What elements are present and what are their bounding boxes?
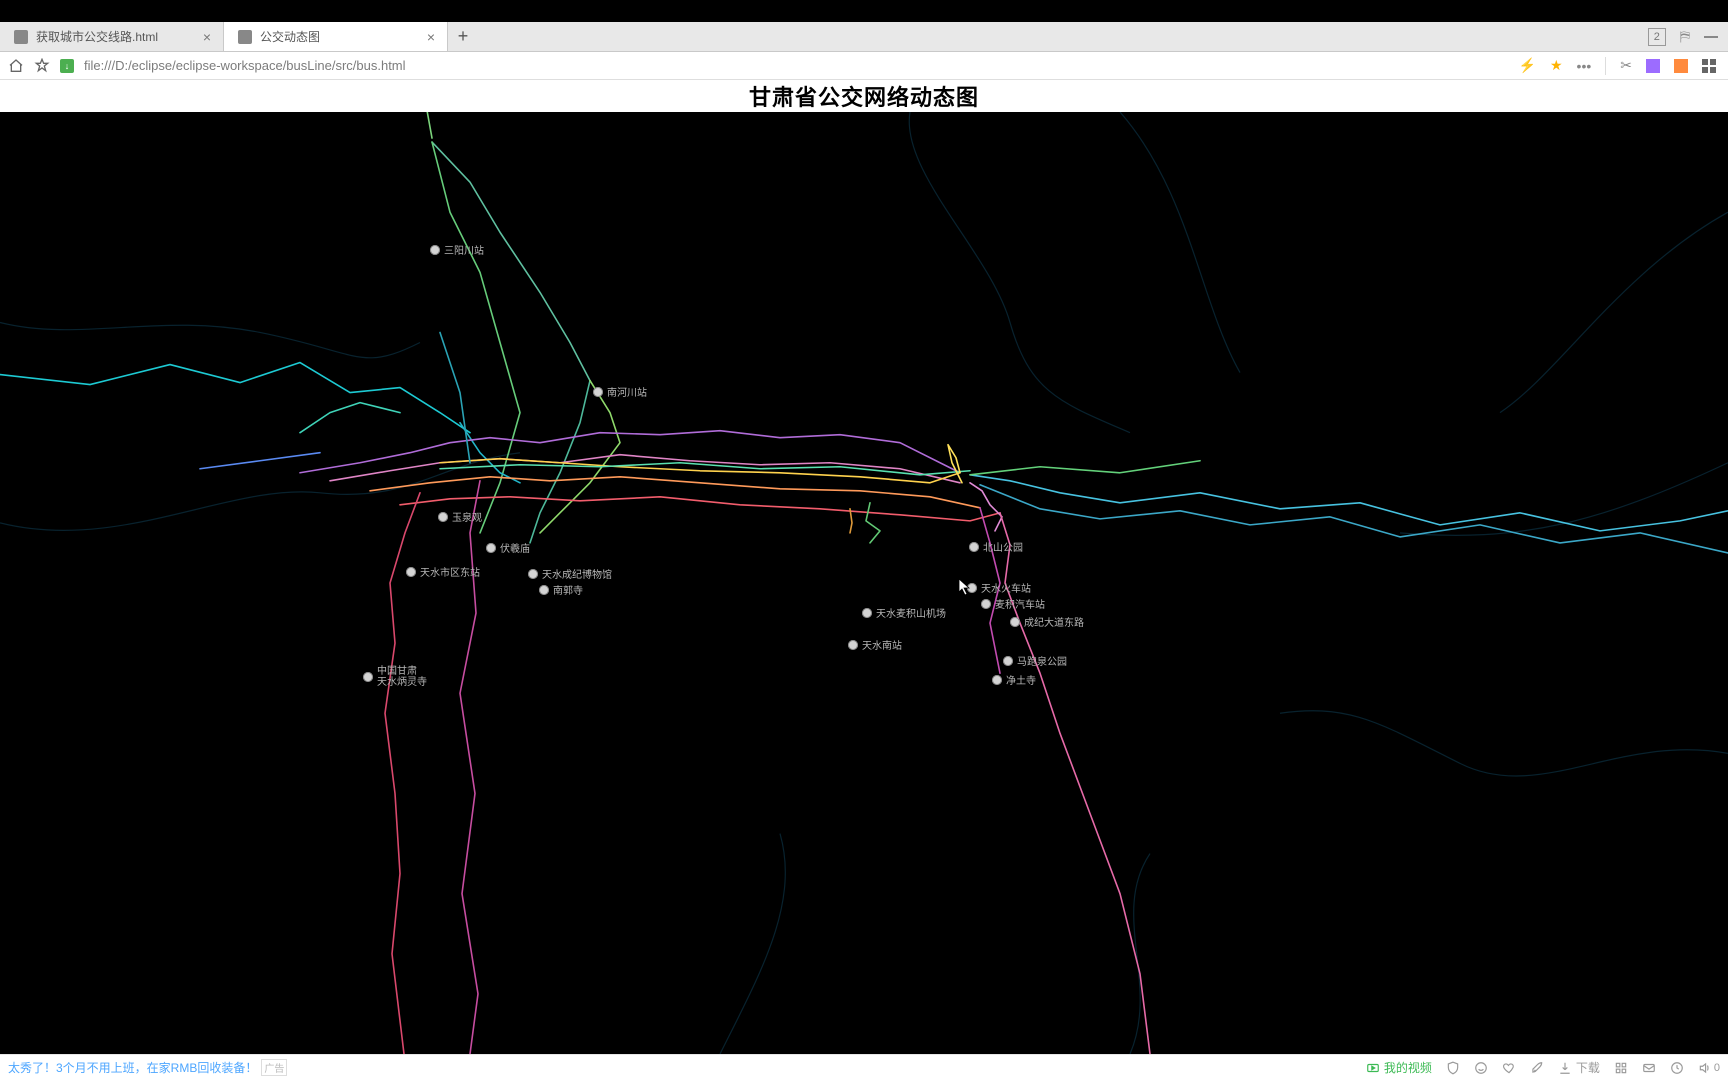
heart-icon[interactable]: [1502, 1061, 1516, 1075]
url-text[interactable]: file:///D:/eclipse/eclipse-workspace/bus…: [84, 58, 1509, 73]
bookmarks-icon[interactable]: [34, 58, 50, 74]
more-icon[interactable]: •••: [1577, 58, 1592, 74]
status-ad-link[interactable]: 太秀了！3个月不用上班，在家RMB回收装备！: [8, 1059, 257, 1076]
bus-network-map[interactable]: 三阳川站南河川站玉泉观伏羲庙天水市区东站天水成纪博物馆南郭寺中国甘肃天水炳灵寺天…: [0, 112, 1728, 1054]
volume-control[interactable]: 0: [1698, 1061, 1720, 1075]
gift-icon[interactable]: ⛿: [1680, 28, 1690, 45]
divider: [1605, 57, 1606, 75]
close-icon[interactable]: ×: [423, 29, 439, 45]
flash-icon[interactable]: ⚡: [1519, 57, 1536, 74]
collection-icon[interactable]: [1614, 1061, 1628, 1075]
browser-statusbar: 太秀了！3个月不用上班，在家RMB回收装备！ 广告 我的视频 下载 0: [0, 1054, 1728, 1080]
star-icon[interactable]: ★: [1550, 57, 1563, 74]
mouse-cursor: [958, 578, 972, 596]
tab-count-badge[interactable]: 2: [1648, 28, 1666, 46]
scissors-icon[interactable]: ✂: [1620, 57, 1632, 74]
tab-1[interactable]: 获取城市公交线路.html ×: [0, 22, 224, 51]
tab-label: 公交动态图: [260, 28, 415, 45]
tab-favicon: [14, 30, 28, 44]
rocket-icon[interactable]: [1530, 1061, 1544, 1075]
page-title: 甘肃省公交网络动态图: [749, 80, 979, 112]
tab-2[interactable]: 公交动态图 ×: [224, 22, 448, 51]
page-header: 甘肃省公交网络动态图: [0, 80, 1728, 112]
browser-tabbar: 获取城市公交线路.html × 公交动态图 × + 2 ⛿: [0, 22, 1728, 52]
new-tab-button[interactable]: +: [448, 22, 478, 51]
extension-icon-2[interactable]: [1674, 59, 1688, 73]
tab-favicon: [238, 30, 252, 44]
home-icon[interactable]: [8, 58, 24, 74]
status-video-button[interactable]: 我的视频: [1366, 1059, 1432, 1076]
address-bar: ↓ file:///D:/eclipse/eclipse-workspace/b…: [0, 52, 1728, 80]
tab-label: 获取城市公交线路.html: [36, 28, 191, 45]
os-titlebar: [0, 0, 1728, 22]
extension-icon-1[interactable]: [1646, 59, 1660, 73]
status-ad-tag: 广告: [261, 1059, 287, 1076]
close-icon[interactable]: ×: [199, 29, 215, 45]
download-button[interactable]: 下载: [1558, 1059, 1600, 1076]
map-svg: [0, 112, 1728, 1054]
mail-icon[interactable]: [1642, 1061, 1656, 1075]
url-security-badge[interactable]: ↓: [60, 59, 74, 73]
minimize-icon[interactable]: [1704, 36, 1718, 38]
smiley-icon[interactable]: [1474, 1061, 1488, 1075]
history-icon[interactable]: [1670, 1061, 1684, 1075]
apps-grid-icon[interactable]: [1702, 59, 1716, 73]
shield-icon[interactable]: [1446, 1061, 1460, 1075]
